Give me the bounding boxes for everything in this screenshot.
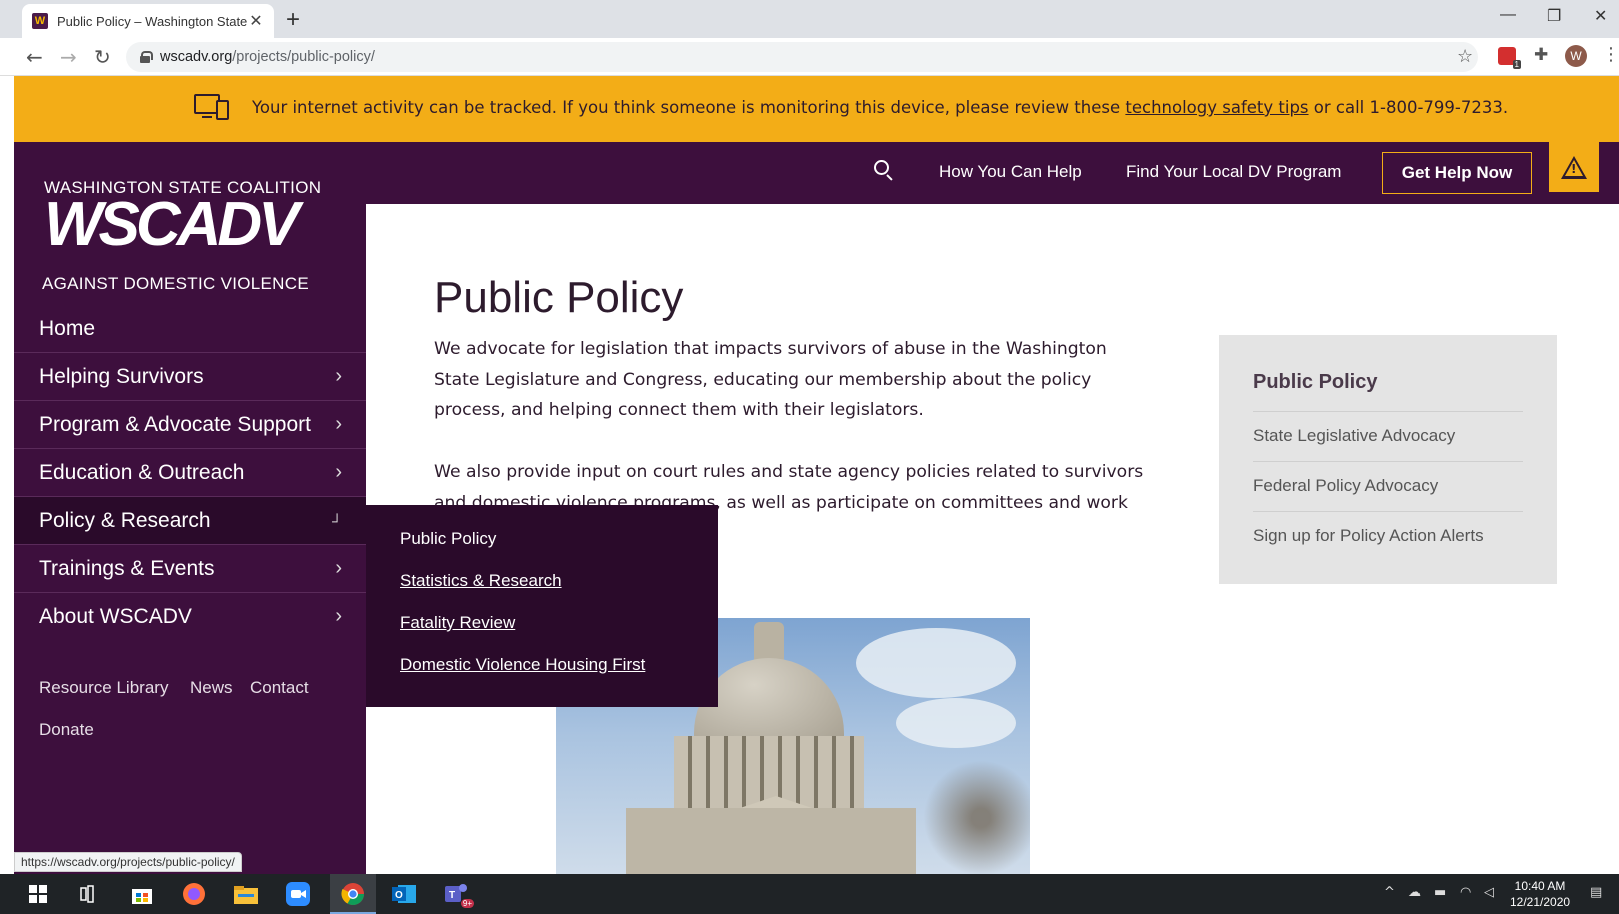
get-help-now-button[interactable]: Get Help Now — [1382, 152, 1532, 194]
dropdown-item-dv-housing-first[interactable]: Domestic Violence Housing First — [400, 655, 645, 675]
page-title: Public Policy — [434, 273, 684, 323]
tab-title: Public Policy – Washington State — [57, 13, 248, 29]
window-close-icon[interactable]: ✕ — [1594, 6, 1607, 26]
state-legislative-advocacy-link[interactable]: State Legislative Advocacy — [1253, 411, 1523, 446]
tray-expand-icon[interactable]: ^ — [1384, 885, 1395, 900]
technology-safety-tips-link[interactable]: technology safety tips — [1125, 98, 1308, 117]
store-icon[interactable] — [128, 880, 156, 908]
chrome-icon[interactable] — [339, 880, 367, 908]
tab-close-icon[interactable]: ✕ — [248, 11, 264, 31]
new-tab-icon[interactable]: + — [286, 6, 300, 34]
status-bar-url: https://wscadv.org/projects/public-polic… — [14, 852, 242, 872]
section-nav-card: Public Policy State Legislative Advocacy… — [1219, 335, 1557, 584]
svg-text:O: O — [395, 890, 403, 901]
url-path: /projects/public-policy/ — [232, 49, 375, 65]
taskbar-clock[interactable]: 10:40 AM 12/21/2020 — [1510, 878, 1570, 910]
forward-arrow-icon[interactable]: → — [60, 45, 77, 69]
onedrive-icon[interactable]: ☁ — [1408, 885, 1421, 900]
news-link[interactable]: News — [190, 678, 233, 698]
chevron-right-icon: › — [335, 557, 342, 579]
lock-icon — [140, 51, 153, 63]
teams-badge: 9+ — [460, 899, 474, 908]
restore-icon[interactable]: ❐ — [1547, 6, 1561, 26]
warning-icon — [1561, 155, 1587, 179]
profile-avatar[interactable]: W — [1565, 45, 1587, 67]
quick-exit-warning-button[interactable] — [1549, 142, 1599, 192]
wifi-icon[interactable]: ◠ — [1460, 885, 1471, 900]
url-host: wscadv.org — [160, 49, 233, 65]
nav-how-you-can-help[interactable]: How You Can Help — [939, 162, 1082, 182]
task-view-icon[interactable] — [76, 880, 104, 908]
search-icon[interactable] — [874, 160, 894, 181]
intro-paragraph: We advocate for legislation that impacts… — [434, 339, 1107, 420]
safety-banner: Your internet activity can be tracked. I… — [14, 76, 1619, 142]
site-favicon-icon: W — [32, 13, 48, 29]
federal-policy-advocacy-link[interactable]: Federal Policy Advocacy — [1253, 461, 1523, 496]
windows-taskbar: O T 9+ ^ ☁ ▬ ◠ ◁ 10:40 AM 12/21/2020 ▤ — [0, 874, 1619, 914]
sidebar-item-about-wscadv[interactable]: About WSCADV › — [14, 593, 366, 641]
logo-bottom-text: AGAINST DOMESTIC VIOLENCE — [42, 274, 309, 293]
notifications-icon[interactable]: ▤ — [1590, 885, 1602, 900]
policy-research-dropdown: Public Policy Statistics & Research Fata… — [366, 505, 718, 707]
windows-start-icon[interactable] — [24, 880, 52, 908]
back-arrow-icon[interactable]: ← — [26, 45, 43, 69]
dropdown-item-statistics-research[interactable]: Statistics & Research — [400, 571, 562, 591]
policy-action-alerts-link[interactable]: Sign up for Policy Action Alerts — [1253, 511, 1523, 546]
zoom-icon[interactable] — [284, 880, 312, 908]
chevron-expanded-icon: ┘ — [332, 513, 342, 529]
extension-icon[interactable]: 1 — [1498, 47, 1521, 69]
bookmark-star-icon[interactable]: ☆ — [1457, 46, 1473, 67]
chevron-right-icon: › — [335, 413, 342, 435]
browser-tab[interactable]: W Public Policy – Washington State ✕ — [22, 4, 274, 38]
outlook-icon[interactable]: O — [390, 880, 418, 908]
teams-icon[interactable]: T 9+ — [442, 880, 474, 908]
extension-badge: 1 — [1512, 60, 1521, 69]
browser-tab-bar: W Public Policy – Washington State ✕ + —… — [0, 0, 1619, 38]
sidebar-item-program-advocate-support[interactable]: Program & Advocate Support › — [14, 401, 366, 449]
sidebar-item-helping-survivors[interactable]: Helping Survivors › — [14, 353, 366, 401]
reload-icon[interactable]: ↻ — [94, 45, 111, 69]
nav-find-local-dv-program[interactable]: Find Your Local DV Program — [1126, 162, 1341, 182]
donate-link[interactable]: Donate — [39, 720, 94, 740]
contact-link[interactable]: Contact — [250, 678, 309, 698]
logo-wordmark[interactable]: WSCADV — [44, 194, 300, 256]
sidebar: WASHINGTON STATE COALITION WSCADV AGAINS… — [14, 142, 366, 874]
extensions-puzzle-icon[interactable]: ✚ — [1534, 45, 1548, 65]
battery-icon[interactable]: ▬ — [1434, 885, 1446, 900]
dropdown-item-public-policy[interactable]: Public Policy — [400, 529, 496, 549]
resource-library-link[interactable]: Resource Library — [39, 678, 168, 698]
svg-text:T: T — [449, 890, 455, 901]
sidebar-item-home[interactable]: Home — [14, 305, 366, 353]
minimize-icon[interactable]: — — [1500, 6, 1516, 24]
section-nav-title: Public Policy — [1253, 371, 1378, 393]
devices-icon — [194, 94, 230, 122]
safety-banner-text: Your internet activity can be tracked. I… — [252, 98, 1509, 117]
file-explorer-icon[interactable] — [232, 880, 260, 908]
sidebar-item-policy-research[interactable]: Policy & Research ┘ — [14, 497, 366, 545]
chevron-right-icon: › — [335, 605, 342, 627]
chevron-right-icon: › — [335, 365, 342, 387]
chevron-right-icon: › — [335, 461, 342, 483]
firefox-icon[interactable] — [180, 880, 208, 908]
sidebar-item-trainings-events[interactable]: Trainings & Events › — [14, 545, 366, 593]
browser-menu-icon[interactable]: ⋮ — [1602, 44, 1619, 65]
volume-icon[interactable]: ◁ — [1484, 885, 1494, 900]
dropdown-item-fatality-review[interactable]: Fatality Review — [400, 613, 515, 633]
address-bar[interactable]: wscadv.org/projects/public-policy/ — [126, 42, 1478, 72]
sidebar-item-education-outreach[interactable]: Education & Outreach › — [14, 449, 366, 497]
browser-toolbar: ← → ↻ wscadv.org/projects/public-policy/… — [0, 38, 1619, 76]
